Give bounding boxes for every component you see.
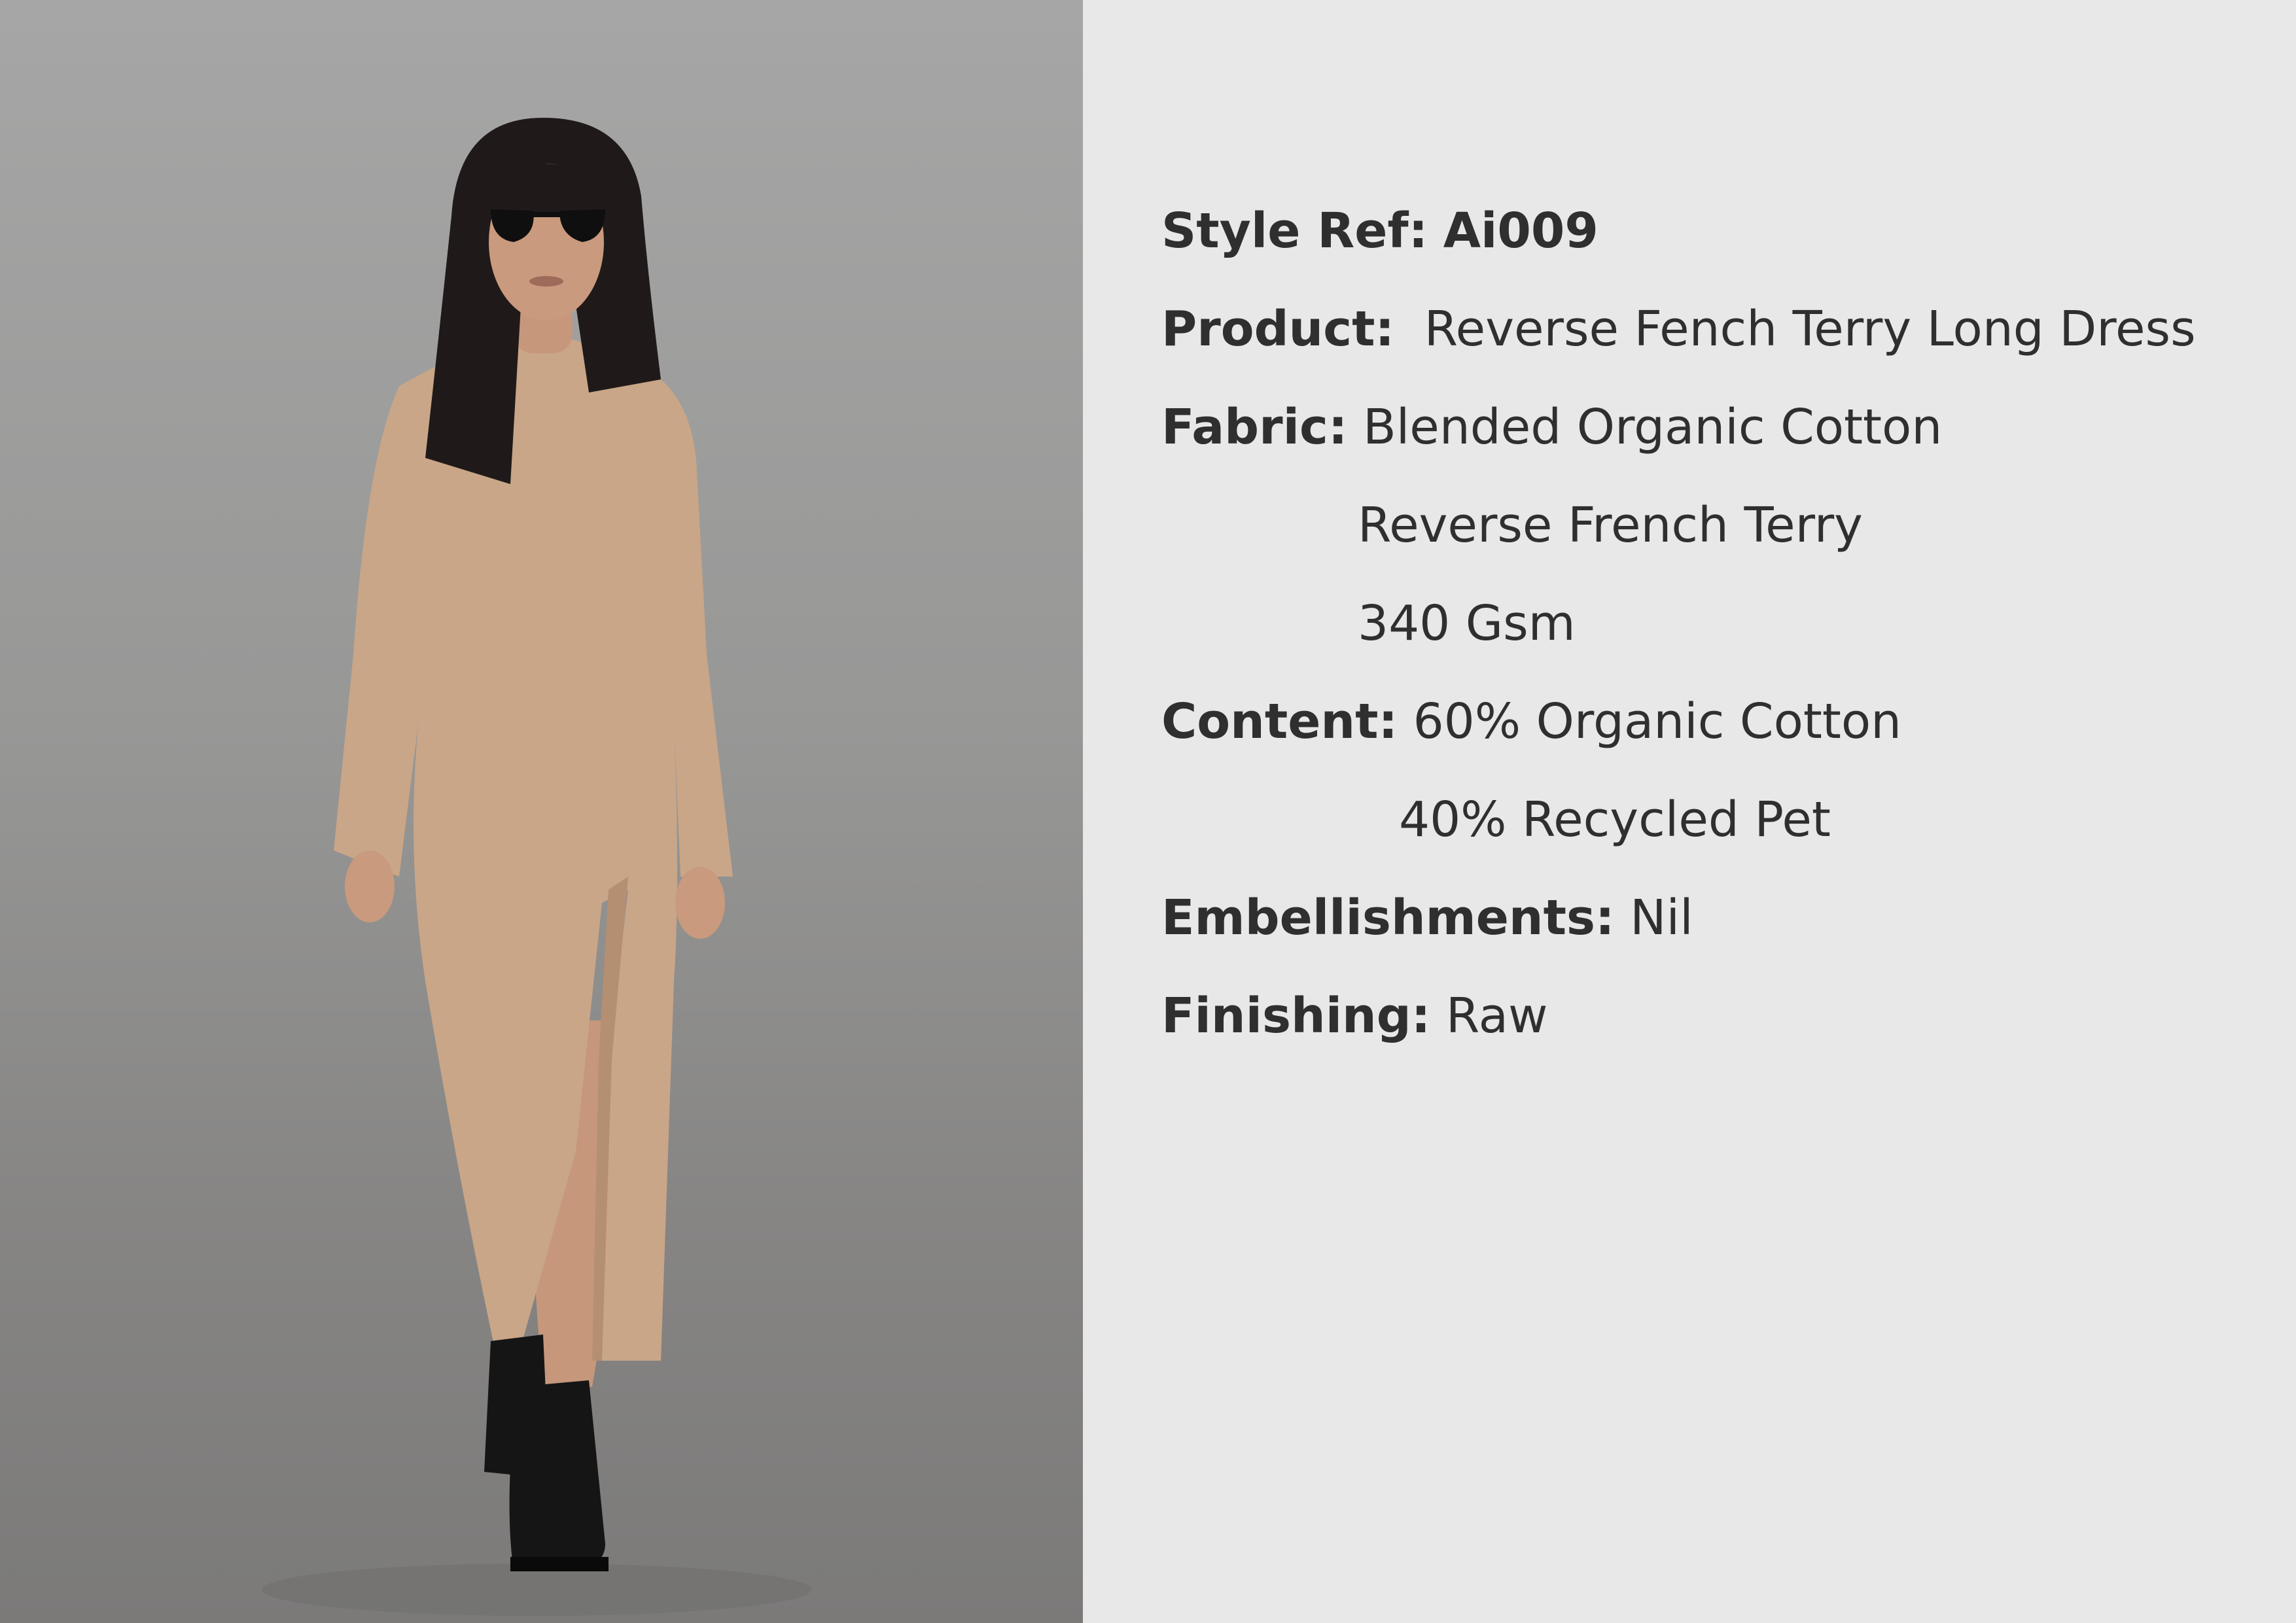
content-value-2: 40% Recycled Pet xyxy=(1399,792,1831,848)
lips xyxy=(529,276,563,287)
finishing-label: Finishing: xyxy=(1161,988,1431,1044)
content-value-1: 60% Organic Cotton xyxy=(1413,693,1902,750)
embellishments-value: Nil xyxy=(1630,890,1693,946)
right-boot xyxy=(509,1380,605,1570)
style-ref-label: Style Ref: xyxy=(1161,203,1428,259)
style-ref-value: Ai009 xyxy=(1443,203,1598,259)
fabric-line: Fabric: Blended Organic Cotton xyxy=(1161,396,1942,459)
style-ref-line: Style Ref: Ai009 xyxy=(1161,200,1598,262)
embellishments-line: Embellishments: Nil xyxy=(1161,886,1693,949)
embellishments-label: Embellishments: xyxy=(1161,890,1615,946)
fabric-label: Fabric: xyxy=(1161,399,1348,455)
product-line: Product: Reverse Fench Terry Long Dress xyxy=(1161,298,2196,360)
left-hand xyxy=(345,850,395,922)
fabric-value-2: Reverse French Terry xyxy=(1358,497,1863,553)
boot-sole xyxy=(510,1557,609,1571)
right-hand xyxy=(675,867,725,939)
fabric-value-1: Blended Organic Cotton xyxy=(1362,399,1943,455)
dress xyxy=(334,334,733,1361)
sunglasses-bridge xyxy=(531,212,561,217)
content-line: Content: 60% Organic Cotton xyxy=(1161,690,1901,753)
finishing-value: Raw xyxy=(1445,988,1548,1044)
product-value: Reverse Fench Terry Long Dress xyxy=(1424,301,2196,357)
model-photo xyxy=(0,0,1083,1623)
product-label: Product: xyxy=(1161,301,1395,357)
model-illustration xyxy=(262,118,811,1616)
finishing-line: Finishing: Raw xyxy=(1161,985,1548,1047)
fabric-value-3: 340 Gsm xyxy=(1358,595,1576,652)
content-label: Content: xyxy=(1161,693,1398,750)
